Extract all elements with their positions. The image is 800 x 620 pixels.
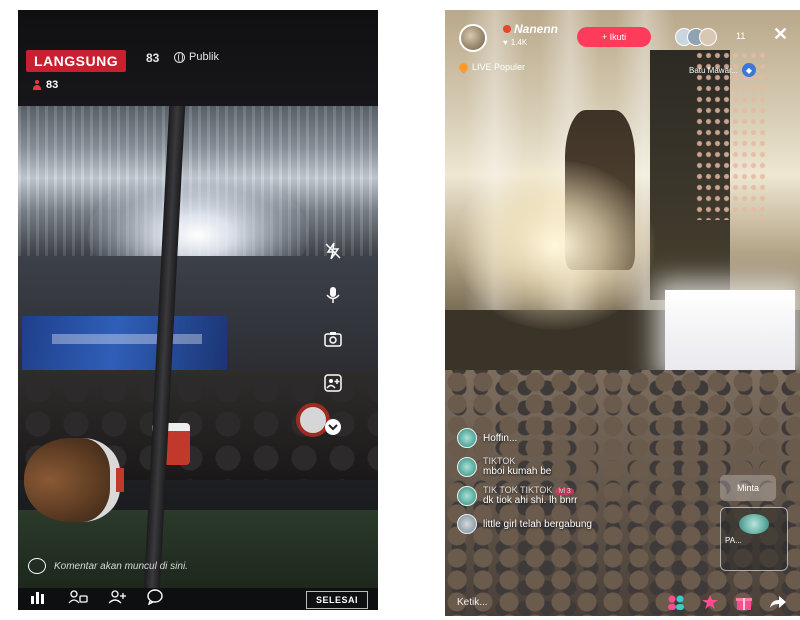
right-live-stream-screen: Nanenn ♥ 1.4K + Ikuti 11 ✕ LIVE Populer … — [445, 10, 800, 616]
guest-card-label: PA... — [725, 536, 742, 545]
guest-avatar — [739, 514, 769, 534]
comment-avatar — [457, 514, 477, 534]
viewer-avatar — [699, 28, 717, 46]
more-chevron-icon[interactable] — [322, 416, 344, 438]
comment-avatar — [457, 428, 477, 448]
comment-item[interactable]: TIK TOK TIKTOK lvl 3 dk tiok ahi shi. lh … — [457, 485, 697, 506]
add-person-icon[interactable] — [108, 589, 126, 609]
large-drum — [24, 438, 124, 522]
comment-text: dk tiok ahi shi. lh bnrr — [483, 495, 578, 506]
gift-goal[interactable]: Batu Mawar... ◆ — [689, 63, 756, 77]
viewers-list[interactable]: 83 — [32, 79, 58, 91]
viewer-count: 83 — [146, 51, 160, 65]
heart-icon: ♥ — [503, 38, 508, 47]
top-viewers[interactable] — [675, 28, 717, 46]
stats-icon[interactable] — [30, 590, 48, 609]
bottom-bar: Ketik... — [445, 588, 800, 616]
viewers-count-label: 83 — [46, 79, 59, 91]
follow-button[interactable]: + Ikuti — [577, 27, 651, 47]
bottom-actions — [666, 593, 788, 611]
effects-icon[interactable] — [700, 593, 720, 611]
comment-avatar — [457, 485, 477, 506]
host-avatar[interactable] — [459, 24, 487, 52]
viewer-count[interactable]: 11 — [736, 31, 745, 41]
popular-label: LIVE Populer — [472, 62, 526, 72]
comment-area[interactable]: Komentar akan muncul di sini. — [28, 558, 188, 574]
multi-guest-icon[interactable] — [666, 593, 686, 611]
comment-user: TIKTOK — [483, 456, 516, 466]
gift-label: Batu Mawar... — [689, 65, 738, 75]
comment-bubble-icon — [28, 558, 46, 574]
level-badge: lvl 3 — [555, 488, 574, 495]
fire-icon — [457, 60, 470, 74]
comment-avatar — [457, 456, 477, 477]
stage-banner — [22, 316, 227, 376]
comment-feed: Hoffin... TIKTOK mboi kumah be TIK TOK T… — [457, 428, 697, 534]
comment-item[interactable]: Hoffin... — [457, 428, 697, 448]
side-toolbar — [322, 240, 344, 438]
guest-card[interactable]: PA... — [720, 507, 788, 571]
join-notice: little girl telah bergabung — [457, 514, 697, 534]
type-comment-input[interactable]: Ketik... — [457, 597, 666, 608]
gift-icon: ◆ — [741, 63, 756, 77]
comment-user: TIK TOK TIKTOK — [483, 485, 553, 495]
gift-box-icon[interactable] — [734, 593, 754, 611]
close-icon[interactable]: ✕ — [773, 24, 788, 45]
invite-icon[interactable] — [68, 589, 88, 609]
stage-light-glow — [455, 160, 655, 330]
comment-icon[interactable] — [146, 588, 164, 610]
visibility-label: Publik — [189, 51, 219, 63]
flash-off-icon[interactable] — [322, 240, 344, 262]
visibility-indicator[interactable]: Publik — [174, 51, 219, 63]
microphone-icon[interactable] — [322, 284, 344, 306]
comment-text: Hoffin... — [483, 432, 518, 444]
comment-placeholder: Komentar akan muncul di sini. — [54, 560, 188, 572]
live-dot-icon — [503, 25, 511, 33]
host-likes-count: 1.4K — [510, 38, 528, 47]
share-icon[interactable] — [768, 593, 788, 611]
host-name-row[interactable]: Nanenn — [503, 22, 558, 36]
globe-icon — [174, 51, 185, 63]
comment-item[interactable]: TIKTOK mboi kumah be — [457, 456, 697, 477]
person-icon — [32, 80, 42, 90]
host-likes: ♥ 1.4K — [503, 38, 527, 47]
join-text: little girl telah bergabung — [483, 518, 592, 530]
flip-camera-icon[interactable] — [322, 328, 344, 350]
live-badge: LANGSUNG — [26, 50, 127, 72]
bright-screen — [665, 290, 795, 370]
host-name: Nanenn — [514, 22, 559, 36]
comment-text: mboi kumah be — [483, 466, 552, 477]
left-live-stream-screen: LANGSUNG 83 Publik 83 Komentar akan munc… — [18, 10, 378, 610]
end-live-button[interactable]: SELESAI — [305, 591, 368, 609]
request-button[interactable]: Minta — [720, 475, 776, 501]
add-guest-icon[interactable] — [322, 372, 344, 394]
popular-live-badge[interactable]: LIVE Populer — [457, 60, 526, 74]
